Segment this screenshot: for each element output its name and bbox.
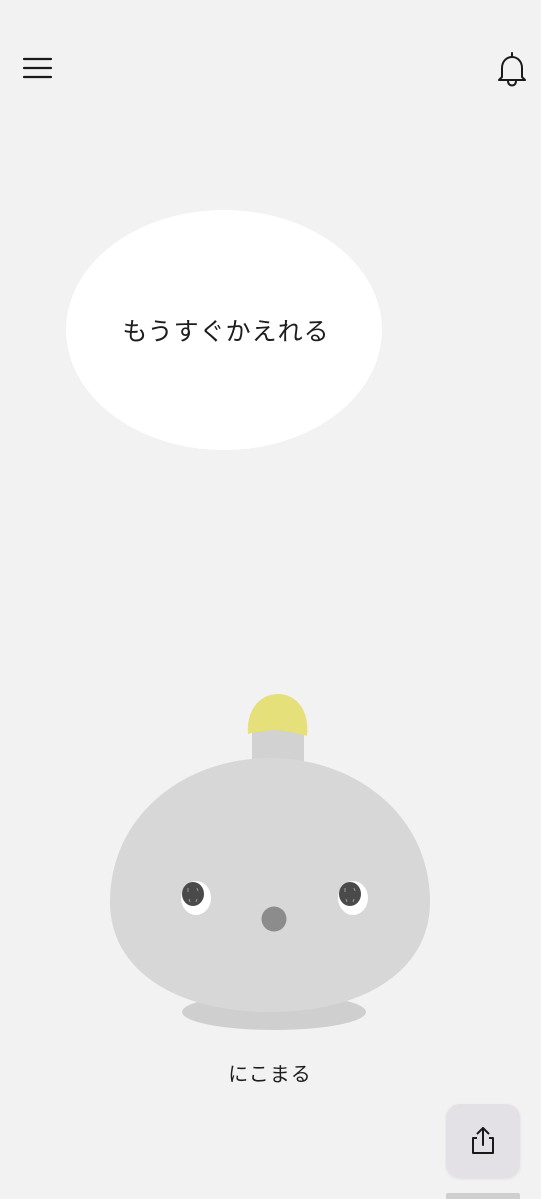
- speech-bubble-text: もうすぐかえれる: [122, 317, 330, 346]
- menu-button[interactable]: [20, 52, 56, 84]
- bell-icon: [498, 52, 526, 87]
- right-eye: [339, 882, 361, 906]
- antenna-tip: [247, 694, 308, 736]
- speech-bubble: もうすぐかえれる: [66, 210, 382, 450]
- character-name: にこまる: [228, 1062, 312, 1086]
- notification-button[interactable]: [494, 50, 530, 88]
- left-eye: [182, 882, 204, 906]
- character-nose: [261, 906, 287, 932]
- share-button[interactable]: [446, 1104, 520, 1178]
- hamburger-menu-icon: [22, 57, 53, 79]
- bottom-edge-bar: [446, 1193, 520, 1199]
- character-illustration: [110, 694, 430, 1030]
- character-avatar[interactable]: [100, 680, 440, 1040]
- character-body: [110, 758, 430, 1012]
- share-icon: [472, 1127, 494, 1154]
